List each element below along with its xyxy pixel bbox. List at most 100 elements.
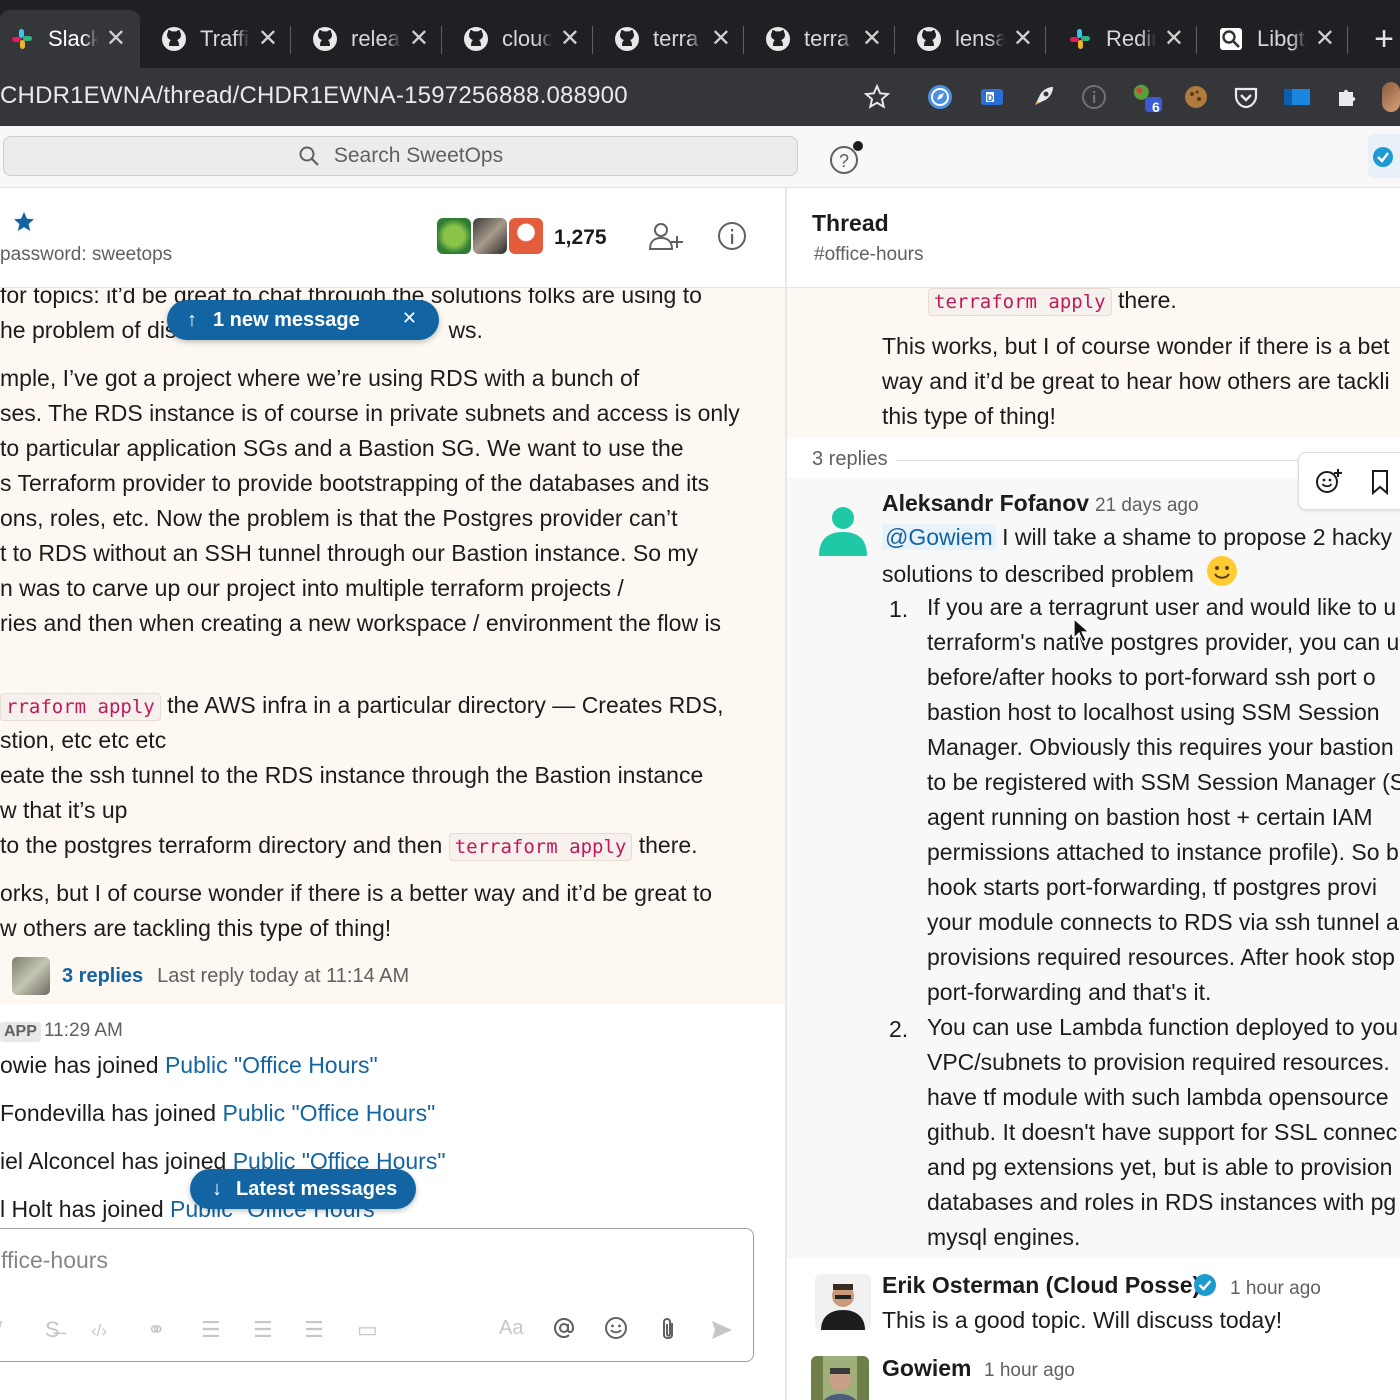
thread-replies-summary[interactable]: 3 replies Last reply today at 11:14 AM [0, 956, 409, 996]
code-block-icon[interactable]: ▭ [357, 1317, 378, 1343]
close-icon[interactable]: ✕ [1013, 24, 1033, 53]
emoji-icon[interactable] [603, 1315, 629, 1346]
mention-icon[interactable] [551, 1315, 577, 1346]
attachment-icon[interactable] [657, 1315, 679, 1348]
status-button[interactable] [1368, 134, 1400, 178]
close-icon[interactable]: ✕ [1164, 24, 1184, 53]
close-icon[interactable]: ✕ [1315, 24, 1335, 53]
extension-badge-icon[interactable]: 6 [1130, 80, 1164, 115]
channel-link[interactable]: Public "Office Hours" [222, 1100, 435, 1126]
reply-list-item: bastion host to localhost using SSM Sess… [927, 699, 1380, 725]
message-text: eate the ssh tunnel to the RDS instance … [0, 762, 704, 788]
replies-link[interactable]: 3 replies [62, 965, 143, 988]
info-icon[interactable] [716, 220, 748, 257]
screen-extension-icon[interactable] [1280, 80, 1314, 114]
reply-text: This is a good topic. Will discuss today… [882, 1307, 1283, 1333]
message-timestamp[interactable]: 11:29 AM [44, 1020, 123, 1042]
info-extension-icon[interactable] [1077, 80, 1111, 114]
reply-list-item: VPC/subnets to provision required resour… [927, 1049, 1390, 1075]
slack-top-bar: Search SweetOps ? [0, 126, 1400, 188]
browser-tab-slack[interactable]: Slack ✕ [0, 10, 140, 68]
italic-icon[interactable]: / [0, 1317, 2, 1343]
close-icon[interactable]: ✕ [862, 24, 882, 53]
close-icon[interactable]: ✕ [402, 308, 417, 329]
browser-tab[interactable]: terra ✕ [605, 10, 745, 68]
latest-messages-button[interactable]: ↓ Latest messages [190, 1169, 416, 1209]
close-icon[interactable]: ✕ [409, 24, 429, 53]
extensions-puzzle-icon[interactable] [1331, 80, 1365, 114]
close-icon[interactable]: ✕ [711, 24, 731, 53]
office-extension-icon[interactable]: D [975, 80, 1009, 114]
tab-separator [1196, 26, 1197, 54]
browser-tab[interactable]: Redir ✕ [1058, 10, 1198, 68]
github-icon [764, 25, 792, 53]
avatar[interactable] [815, 1274, 871, 1330]
new-message-banner[interactable]: ↑ 1 new message ✕ [167, 300, 439, 340]
reply-timestamp[interactable]: 1 hour ago [984, 1360, 1075, 1382]
pocket-icon[interactable] [1229, 80, 1263, 114]
inline-code: terraform apply [448, 833, 633, 861]
thread-title: Thread [812, 210, 889, 236]
message-text: this type of thing! [882, 403, 1056, 429]
close-icon[interactable]: ✕ [106, 24, 126, 53]
reply-author[interactable]: Gowiem [882, 1355, 971, 1382]
thread-channel[interactable]: #office-hours [814, 244, 924, 266]
strikethrough-icon[interactable]: S̶ [45, 1317, 60, 1343]
browser-tab[interactable]: clouc ✕ [454, 10, 594, 68]
reply-author[interactable]: Aleksandr Fofanov [882, 490, 1089, 517]
message-text-fragment: he problem of dis [0, 317, 177, 343]
bookmark-icon[interactable] [1369, 469, 1391, 500]
cookie-extension-icon[interactable] [1179, 80, 1213, 114]
bulleted-list-icon[interactable]: ☰ [253, 1317, 273, 1343]
profile-avatar[interactable] [1382, 80, 1400, 114]
member-avatars[interactable] [437, 218, 545, 254]
bookmark-star-icon[interactable] [860, 80, 894, 114]
join-text: l Holt has joined [0, 1196, 171, 1222]
reply-list-item: permissions attached to instance profile… [927, 839, 1399, 865]
add-reaction-icon[interactable] [1315, 467, 1343, 500]
avatar[interactable] [811, 1356, 869, 1400]
message-text: w others are tackling this type of thing… [0, 915, 392, 941]
message-text-fragment: there. [1111, 287, 1177, 313]
browser-tab[interactable]: lensa ✕ [907, 10, 1047, 68]
channel-topic: password: sweetops [0, 244, 173, 265]
help-icon[interactable]: ? [828, 140, 868, 181]
join-text: owie has joined [0, 1052, 165, 1078]
quote-icon[interactable]: ☰ [304, 1317, 324, 1343]
reply-author[interactable]: Erik Osterman (Cloud Posse) [882, 1272, 1200, 1299]
browser-tab[interactable]: Traffi ✕ [152, 10, 292, 68]
new-tab-icon[interactable]: + [1374, 22, 1394, 56]
browser-tab[interactable]: relea ✕ [303, 10, 443, 68]
browser-tab[interactable]: terra ✕ [756, 10, 896, 68]
close-icon[interactable]: ✕ [258, 24, 278, 53]
message-text: n was to carve up our project into multi… [0, 575, 624, 601]
replies-count: 3 replies [812, 448, 896, 471]
message-text: rraform apply the AWS infra in a particu… [0, 688, 724, 725]
search-icon [299, 146, 319, 166]
message-composer[interactable]: ffice-hours / S̶ ‹/› ⚭ ☰ ☰ ☰ ▭ Aa [0, 1228, 754, 1362]
code-icon[interactable]: ‹/› [91, 1321, 107, 1341]
send-icon[interactable] [709, 1317, 735, 1349]
close-icon[interactable]: ✕ [560, 24, 580, 53]
thread-panel: Thread #office-hours terraform apply the… [787, 188, 1400, 1400]
link-icon[interactable]: ⚭ [147, 1317, 165, 1343]
search-input[interactable]: Search SweetOps [3, 136, 798, 176]
browser-tab[interactable]: Libgt ✕ [1209, 10, 1349, 68]
reply-timestamp[interactable]: 21 days ago [1095, 495, 1199, 517]
address-bar[interactable]: CHDR1EWNA/thread/CHDR1EWNA-1597256888.08… [0, 82, 628, 110]
channel-link[interactable]: Public "Office Hours" [165, 1052, 378, 1078]
formatting-icon[interactable]: Aa [499, 1317, 523, 1340]
star-icon[interactable] [12, 210, 36, 239]
message-actions [1298, 452, 1400, 510]
svg-text:?: ? [839, 151, 849, 171]
thread-header: Thread #office-hours [787, 188, 1400, 288]
reply-timestamp[interactable]: 1 hour ago [1230, 1278, 1321, 1300]
user-mention[interactable]: @Gowiem [882, 524, 996, 550]
rocket-extension-icon[interactable] [1026, 80, 1060, 114]
ordered-list-icon[interactable]: ☰ [201, 1317, 221, 1343]
avatar[interactable] [815, 500, 871, 556]
reply-list-item: your module connects to RDS via ssh tunn… [927, 909, 1399, 935]
compass-extension-icon[interactable] [923, 80, 957, 114]
member-count[interactable]: 1,275 [554, 226, 607, 250]
add-member-icon[interactable] [648, 220, 684, 257]
